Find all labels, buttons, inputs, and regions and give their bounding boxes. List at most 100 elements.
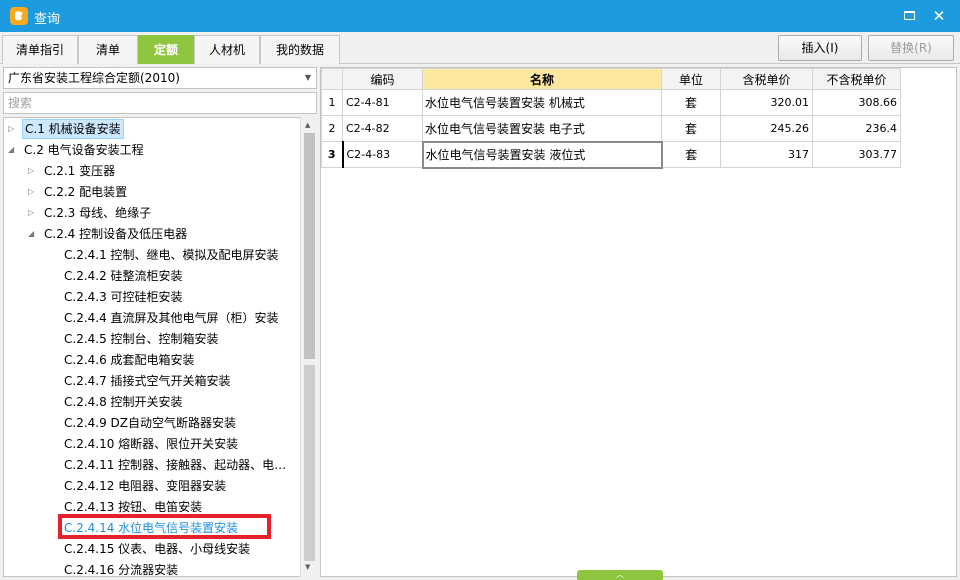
- price-with-tax-cell[interactable]: 320.01: [720, 89, 813, 116]
- tree-node[interactable]: ◢ C.2.4 控制设备及低压电器: [4, 224, 300, 244]
- collapse-arrow-icon[interactable]: ◢: [28, 224, 38, 244]
- expand-arrow-icon[interactable]: ▷: [28, 203, 38, 223]
- quota-tree: ▷ C.1 机械设备安装 ◢ C.2 电气设备安装工程 ▷ C.2.1 变压器 ▷ C.2.2…: [3, 117, 317, 577]
- scroll-up-icon[interactable]: ▲: [305, 121, 310, 129]
- tree-node-label: C.2.4.12 电阻器、变阻器安装: [64, 479, 227, 493]
- expand-arrow-icon[interactable]: ▷: [8, 119, 18, 139]
- tree-node-label: C.2.4.1 控制、继电、模拟及配电屏安装: [64, 248, 279, 262]
- title-bar: 查询 ✕: [0, 0, 960, 32]
- price-without-tax-cell[interactable]: 308.66: [812, 89, 901, 116]
- price-with-tax-cell[interactable]: 245.26: [720, 115, 813, 142]
- scroll-down-icon[interactable]: ▼: [305, 563, 310, 571]
- table-row[interactable]: 2 C2-4-82 水位电气信号装置安装 电子式套 245.26 236.4: [321, 115, 901, 142]
- tree-node[interactable]: C.2.4.3 可控硅柜安装: [4, 287, 300, 307]
- name-cell[interactable]: 水位电气信号装置安装 电子式: [422, 115, 662, 142]
- unit-cell[interactable]: 套: [661, 141, 721, 168]
- table-header-row: 编码 名称 单位 含税单价 不含税单价: [321, 68, 901, 90]
- tree-node-label: C.1 机械设备安装: [22, 119, 124, 139]
- app-logo-icon: [10, 7, 28, 25]
- panel-splitter-handle[interactable]: ︿: [577, 570, 663, 580]
- tree-node-label: C.2.4.11 控制器、接触器、起动器、电…: [64, 458, 287, 472]
- quota-library-select[interactable]: 广东省安装工程综合定额(2010) ▼: [3, 67, 317, 89]
- tree-node[interactable]: C.2.4.9 DZ自动空气断路器安装: [4, 413, 300, 433]
- tab-list[interactable]: 清单: [78, 35, 138, 64]
- tab-bar: 清单指引 清单 定额 人材机 我的数据 插入(I) 替换(R): [0, 32, 960, 64]
- tree-node[interactable]: ▷ C.1 机械设备安装: [4, 119, 300, 139]
- tab-list-guide[interactable]: 清单指引: [2, 35, 78, 64]
- code-cell[interactable]: C2-4-83: [342, 141, 423, 168]
- row-number-header: [321, 68, 343, 90]
- tree-node-label: C.2.4.15 仪表、电器、小母线安装: [64, 542, 251, 556]
- annotation-highlight-box: [58, 514, 271, 539]
- tree-node[interactable]: C.2.4.6 成套配电箱安装: [4, 350, 300, 370]
- tree-node-label: C.2 电气设备安装工程: [24, 143, 144, 157]
- row-number-cell[interactable]: 2: [321, 115, 343, 142]
- tree-node-label: C.2.4 控制设备及低压电器: [44, 227, 188, 241]
- tree-node[interactable]: C.2.4.12 电阻器、变阻器安装: [4, 476, 300, 496]
- tree-node[interactable]: C.2.4.4 直流屏及其他电气屏（柜）安装: [4, 308, 300, 328]
- price-without-tax-cell[interactable]: 236.4: [812, 115, 901, 142]
- tab-labor-material-machine[interactable]: 人材机: [194, 35, 260, 64]
- tree-node[interactable]: C.2.4.5 控制台、控制箱安装: [4, 329, 300, 349]
- tree-node[interactable]: C.2.4.1 控制、继电、模拟及配电屏安装: [4, 245, 300, 265]
- tree-node-label: C.2.4.7 插接式空气开关箱安装: [64, 374, 231, 388]
- tree-node[interactable]: C.2.4.16 分流器安装: [4, 560, 300, 577]
- unit-cell[interactable]: 套: [661, 89, 721, 116]
- quota-table: 编码 名称 单位 含税单价 不含税单价 1 C2-4-81 水位电气信号装置安装 机…: [321, 68, 901, 169]
- code-cell[interactable]: C2-4-81: [342, 89, 423, 116]
- maximize-button[interactable]: [898, 5, 920, 27]
- tree-node-label: C.2.4.9 DZ自动空气断路器安装: [64, 416, 237, 430]
- tree-node-label: C.2.4.10 熔断器、限位开关安装: [64, 437, 239, 451]
- scrollbar-thumb[interactable]: [304, 133, 315, 359]
- tree-node[interactable]: ▷ C.2.3 母线、绝缘子: [4, 203, 300, 223]
- tree-node[interactable]: C.2.4.7 插接式空气开关箱安装: [4, 371, 300, 391]
- name-cell[interactable]: 水位电气信号装置安装 机械式: [422, 89, 662, 116]
- tree-node-label: C.2.4.6 成套配电箱安装: [64, 353, 195, 367]
- replace-button[interactable]: 替换(R): [868, 35, 954, 61]
- table-row[interactable]: 1 C2-4-81 水位电气信号装置安装 机械式套 320.01 308.66: [321, 89, 901, 116]
- price-with-tax-cell[interactable]: 317: [720, 141, 813, 168]
- column-header-price-with-tax[interactable]: 含税单价: [720, 68, 813, 90]
- close-button[interactable]: ✕: [928, 5, 950, 27]
- column-header-unit[interactable]: 单位: [661, 68, 721, 90]
- tree-node-label: C.2.4.2 硅整流柜安装: [64, 269, 183, 283]
- tree-node[interactable]: C.2.4.11 控制器、接触器、起动器、电…: [4, 455, 300, 475]
- chevron-down-icon: ▼: [304, 73, 311, 82]
- tree-node[interactable]: C.2.4.15 仪表、电器、小母线安装: [4, 539, 300, 559]
- row-number-cell[interactable]: 1: [321, 89, 343, 116]
- column-header-code[interactable]: 编码: [342, 68, 423, 90]
- collapse-arrow-icon[interactable]: ◢: [8, 140, 18, 160]
- maximize-icon: [903, 11, 915, 20]
- table-row[interactable]: 3 C2-4-83 水位电气信号装置安装 液位式套 317 303.77: [321, 140, 901, 169]
- quota-tree-pane: 广东省安装工程综合定额(2010) ▼ ▷C.1 机械设备安装◢C.2 电气设备…: [3, 67, 317, 577]
- expand-arrow-icon[interactable]: ▷: [28, 161, 38, 181]
- tree-node[interactable]: ▷ C.2.1 变压器: [4, 161, 300, 181]
- tree-node-label: C.2.4.16 分流器安装: [64, 563, 179, 577]
- tree-node[interactable]: C.2.4.10 熔断器、限位开关安装: [4, 434, 300, 454]
- tree-node[interactable]: C.2.4.2 硅整流柜安装: [4, 266, 300, 286]
- expand-arrow-icon[interactable]: ▷: [28, 182, 38, 202]
- tab-quota[interactable]: 定额: [138, 35, 194, 64]
- tree-node-label: C.2.1 变压器: [44, 164, 116, 178]
- price-without-tax-cell[interactable]: 303.77: [812, 141, 901, 168]
- window-title: 查询: [34, 12, 61, 27]
- column-header-name[interactable]: 名称: [422, 68, 662, 90]
- search-input[interactable]: [3, 92, 317, 114]
- row-number-cell[interactable]: 3: [321, 141, 344, 168]
- tree-node[interactable]: ◢ C.2 电气设备安装工程: [4, 140, 300, 160]
- tab-my-data[interactable]: 我的数据: [260, 35, 340, 64]
- column-header-price-without-tax[interactable]: 不含税单价: [812, 68, 901, 90]
- scrollbar-track[interactable]: [304, 365, 315, 561]
- name-cell[interactable]: 水位电气信号装置安装 液位式: [421, 140, 663, 169]
- quota-library-value: 广东省安装工程综合定额(2010): [8, 71, 180, 85]
- tree-scrollbar[interactable]: ▲ ▼: [300, 117, 317, 577]
- tree-node[interactable]: ▷ C.2.2 配电装置: [4, 182, 300, 202]
- tree-node-label: C.2.4.8 控制开关安装: [64, 395, 183, 409]
- tree-node-label: C.2.4.5 控制台、控制箱安装: [64, 332, 219, 346]
- code-cell[interactable]: C2-4-82: [342, 115, 423, 142]
- tree-node-label: C.2.3 母线、绝缘子: [44, 206, 152, 220]
- tree-node-label: C.2.4.4 直流屏及其他电气屏（柜）安装: [64, 311, 279, 325]
- tree-node[interactable]: C.2.4.8 控制开关安装: [4, 392, 300, 412]
- insert-button[interactable]: 插入(I): [778, 35, 862, 61]
- unit-cell[interactable]: 套: [661, 115, 721, 142]
